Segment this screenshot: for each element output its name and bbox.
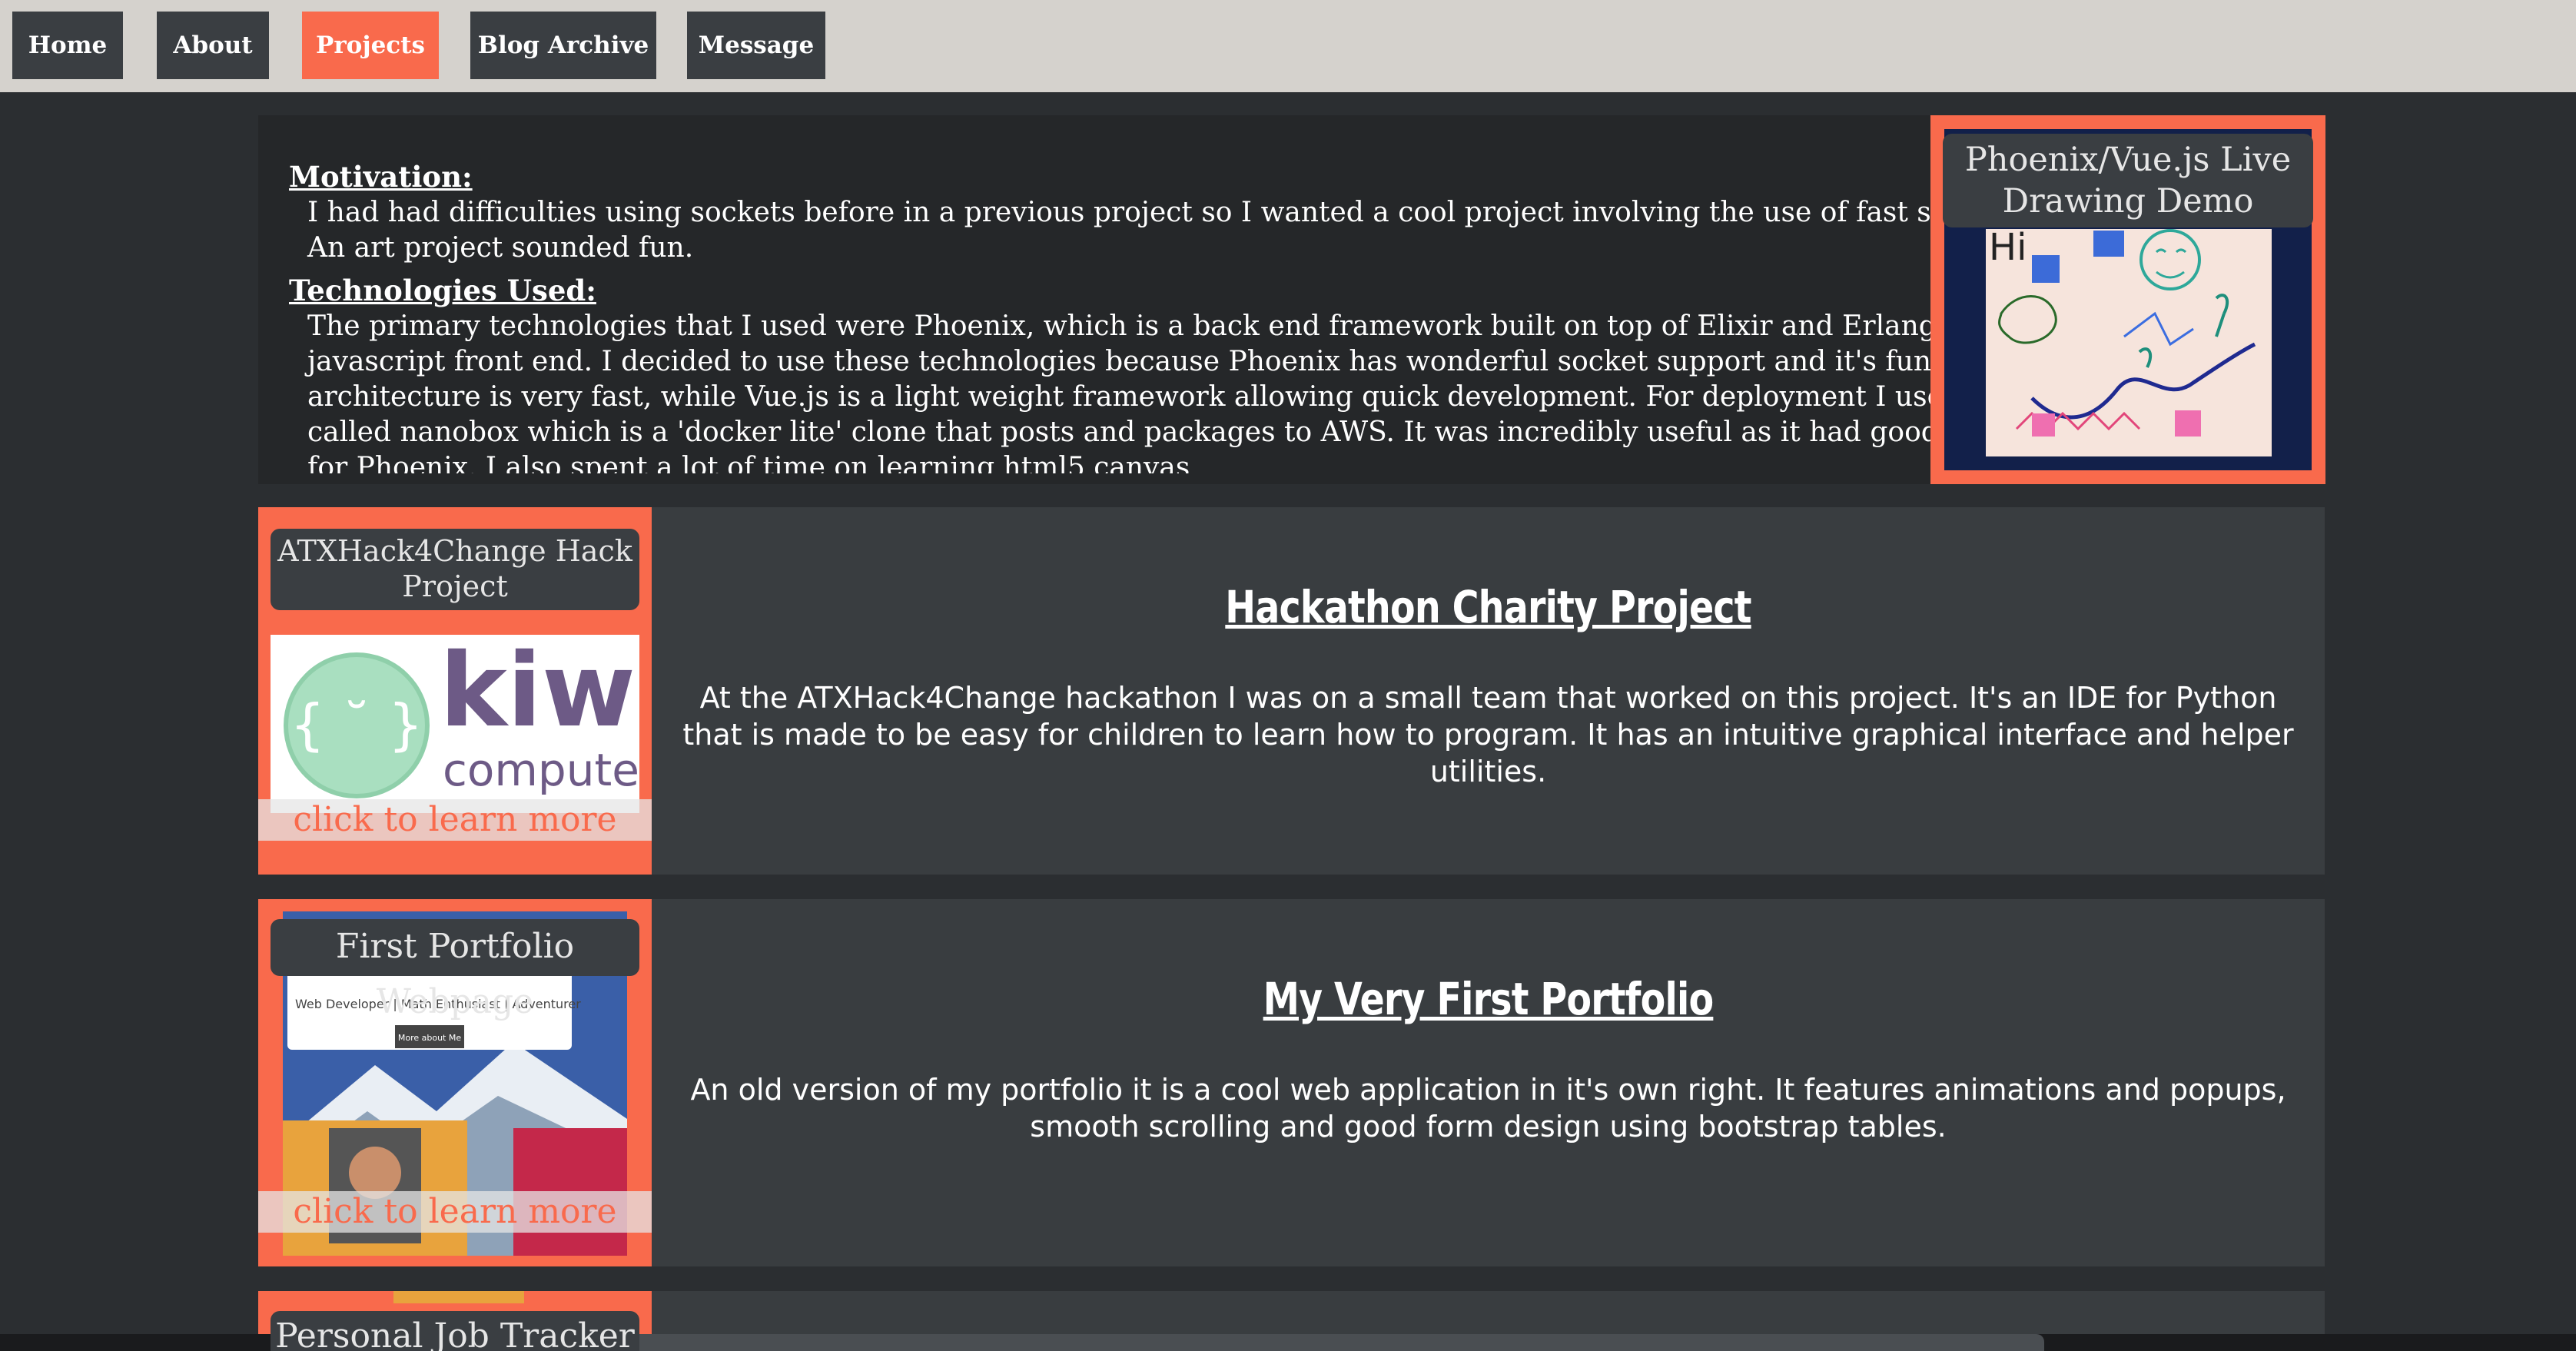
hackathon-project-title[interactable]: Hackathon Charity Project [802,581,2174,633]
hackathon-project-description: At the ATXHack4Change hackathon I was on… [682,681,2294,788]
nav-blog-archive-button[interactable]: Blog Archive [470,12,656,79]
project-tile-job-tracker[interactable]: Personal Job Tracker [258,1291,652,1351]
drawing-canvas-thumbnail: Hi [1986,226,2272,456]
hackathon-tile-caption: ATXHack4Change Hack Project [271,529,639,610]
portfolio-learn-more-link[interactable]: click to learn more [258,1191,652,1233]
kiwi-compute-logo-image: { ˘ } kiwi compute [271,632,652,813]
project-tile-first-portfolio[interactable]: Web Developer | Math Enthusiast | Advent… [258,899,652,1266]
svg-text:Hi: Hi [1989,229,2027,269]
portfolio-project-title[interactable]: My Very First Portfolio [802,973,2174,1025]
portfolio-project-description: An old version of my portfolio it is a c… [690,1073,2286,1144]
project-card-first-portfolio: Web Developer | Math Enthusiast | Advent… [258,899,2325,1266]
nav-projects-button[interactable]: Projects [302,12,439,79]
drawing-scribbles-image: Hi [1989,226,2256,437]
top-nav-bar: Home About Projects Blog Archive Message [0,0,2576,92]
motivation-text: I had had difficulties using sockets bef… [307,197,2167,264]
kiwi-logo-text: kiwi [440,635,639,750]
hackathon-learn-more-link[interactable]: click to learn more [258,799,652,841]
technologies-text: The primary technologies that I used wer… [307,310,2169,473]
project-detail-panel: Motivation: I had had difficulties using… [258,115,2325,484]
compute-logo-text: compute [443,744,639,796]
bottom-dock-bar [538,1334,2044,1351]
portfolio-text-area: My Very First Portfolio An old version o… [652,899,2325,1266]
portfolio-tile-caption: First Portfolio Webpage [271,919,639,1021]
kiwi-face-glyph: { ˘ } [290,692,423,757]
job-tracker-thumbnail-edge [393,1291,524,1303]
nav-message-button[interactable]: Message [687,12,825,79]
project-tile-hackathon[interactable]: { ˘ } kiwi compute ATXHack4Change Hack P… [258,507,652,875]
nav-home-button[interactable]: Home [12,12,123,79]
drawing-demo-caption: Phoenix/Vue.js Live Drawing Demo [1943,134,2313,227]
job-tracker-tile-caption: Personal Job Tracker [271,1311,639,1351]
drawing-demo-tile[interactable]: Hi Phoenix/Vue.js Live Drawing Demo [1930,115,2325,484]
nav-about-button[interactable]: About [157,12,269,79]
project-detail-text: Motivation: I had had difficulties using… [289,158,2179,473]
technologies-heading: Technologies Used: [289,274,596,307]
hackathon-text-area: Hackathon Charity Project At the ATXHack… [652,507,2325,875]
thumb-more-about-me-button: More about Me [398,1033,461,1043]
motivation-heading: Motivation: [289,160,473,194]
project-card-hackathon: { ˘ } kiwi compute ATXHack4Change Hack P… [258,507,2325,875]
